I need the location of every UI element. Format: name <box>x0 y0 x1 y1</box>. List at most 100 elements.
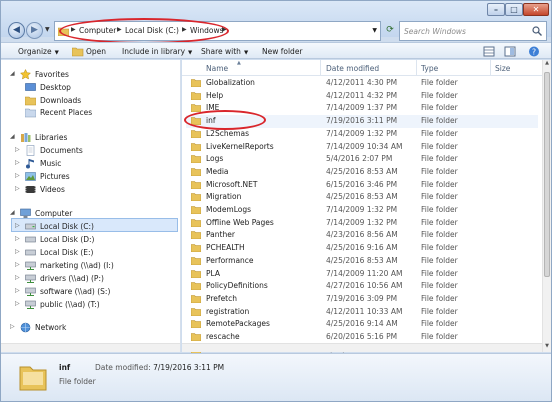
expand-icon[interactable]: ▷ <box>15 261 20 268</box>
folder-icon <box>191 79 201 87</box>
file-type: File folder <box>421 192 458 202</box>
nav-label: Documents <box>40 146 83 155</box>
nav-label: Recent Places <box>40 108 93 117</box>
collapse-icon[interactable]: ◢ <box>10 133 15 140</box>
file-row[interactable]: rescache 6/20/2016 5:16 PM File folder <box>186 331 538 344</box>
file-row[interactable]: Panther 4/23/2016 8:56 AM File folder <box>186 229 538 242</box>
expand-icon[interactable]: ▷ <box>15 172 20 179</box>
file-row[interactable]: L2Schemas 7/14/2009 1:32 PM File folder <box>186 128 538 141</box>
file-row[interactable]: Migration 4/25/2016 8:53 AM File folder <box>186 191 538 204</box>
music-icon <box>26 159 34 169</box>
back-arrow-icon: ◀ <box>13 25 20 35</box>
file-name: ModemLogs <box>206 205 252 214</box>
include-label: Include in library <box>122 47 186 56</box>
nav-label: Pictures <box>40 172 70 181</box>
collapse-icon[interactable]: ◢ <box>10 70 15 77</box>
vertical-scrollbar[interactable]: ▲ ▼ <box>542 60 551 352</box>
videos-icon <box>25 186 36 193</box>
minimize-button[interactable]: – <box>487 3 505 16</box>
file-date-modified: 7/14/2009 1:32 PM <box>326 205 398 214</box>
recent-pages-dropdown[interactable]: ▼ <box>45 26 50 33</box>
file-row[interactable]: PCHEALTH 4/25/2016 9:16 AM File folder <box>186 242 538 255</box>
details-pane: inf File folder Date modified: 7/19/2016… <box>1 353 551 401</box>
expand-icon[interactable]: ▷ <box>15 235 20 242</box>
file-row[interactable]: Media 4/25/2016 8:53 AM File folder <box>186 166 538 179</box>
column-date-modified[interactable]: Date modified <box>326 64 379 73</box>
column-divider[interactable] <box>490 60 491 75</box>
include-in-library-button[interactable]: Include in library ▼ <box>122 47 192 56</box>
expand-icon[interactable]: ▷ <box>15 185 20 192</box>
collapse-icon[interactable]: ◢ <box>10 209 15 216</box>
close-button[interactable]: ✕ <box>523 3 549 16</box>
folder-icon <box>191 206 201 214</box>
file-row[interactable]: PLA 7/14/2009 11:20 AM File folder <box>186 268 538 281</box>
preview-pane-icon[interactable] <box>504 46 516 57</box>
expand-icon[interactable]: ▷ <box>10 323 15 330</box>
file-row[interactable]: ModemLogs 7/14/2009 1:32 PM File folder <box>186 204 538 217</box>
expand-icon[interactable]: ▷ <box>15 159 20 166</box>
file-row[interactable]: Microsoft.NET 6/15/2016 3:46 PM File folde… <box>186 179 538 192</box>
scroll-down-icon[interactable]: ▼ <box>543 343 551 352</box>
refresh-button[interactable]: ⟳ <box>383 21 397 41</box>
maximize-button[interactable]: □ <box>505 3 523 16</box>
file-type: File folder <box>421 293 458 303</box>
column-name[interactable]: Name <box>206 64 228 73</box>
search-input[interactable]: Search Windows <box>399 21 547 41</box>
file-row[interactable]: Globalization 4/12/2011 4:30 PM File folde… <box>186 77 538 90</box>
file-row[interactable]: LiveKernelReports 7/14/2009 10:34 AM File … <box>186 141 538 154</box>
new-folder-button[interactable]: New folder <box>262 47 303 56</box>
file-row[interactable]: Logs 5/4/2016 2:07 PM File folder <box>186 153 538 166</box>
column-type[interactable]: Type <box>421 64 438 73</box>
folder-icon <box>191 282 201 291</box>
open-button[interactable]: Open <box>86 47 106 56</box>
expand-icon[interactable]: ▷ <box>15 274 20 281</box>
file-type: File folder <box>421 90 458 100</box>
file-row[interactable]: Help 4/12/2011 4:32 PM File folder <box>186 90 538 103</box>
file-row[interactable]: Prefetch 7/19/2016 3:09 PM File folder <box>186 293 538 306</box>
share-with-button[interactable]: Share with ▼ <box>201 47 248 56</box>
details-date-modified: Date modified: 7/19/2016 3:11 PM <box>95 363 224 372</box>
expand-icon[interactable]: ▷ <box>15 248 20 255</box>
nav-label: marketing (\\ad) (I:) <box>40 261 114 270</box>
file-row[interactable]: RemotePackages 4/25/2016 9:14 AM File fold… <box>186 318 538 331</box>
organize-button[interactable]: Organize ▼ <box>18 47 59 56</box>
column-divider[interactable] <box>320 60 321 75</box>
file-date-modified: 4/25/2016 9:14 AM <box>326 319 398 329</box>
folder-icon <box>191 320 201 329</box>
details-type: File folder <box>59 377 96 386</box>
file-row[interactable]: Performance 4/25/2016 8:53 AM File folder <box>186 255 538 268</box>
file-name: rescache <box>206 332 240 341</box>
expand-icon[interactable]: ▷ <box>15 146 20 153</box>
details-date-label: Date modified: <box>95 363 151 372</box>
nav-label: Videos <box>40 185 65 194</box>
scroll-thumb[interactable] <box>544 72 550 277</box>
help-icon[interactable]: ? <box>528 46 540 57</box>
column-divider[interactable] <box>416 60 417 75</box>
file-date-modified: 7/14/2009 11:20 AM <box>326 268 403 278</box>
file-name: RemotePackages <box>206 319 270 329</box>
file-row[interactable]: registration 4/12/2011 10:33 AM File folde… <box>186 306 538 319</box>
folder-icon <box>191 269 201 278</box>
file-row[interactable]: PolicyDefinitions 4/27/2016 10:56 AM File … <box>186 280 538 293</box>
inf-highlight-annotation <box>184 110 266 130</box>
scroll-up-icon[interactable]: ▲ <box>543 60 551 69</box>
expand-icon[interactable]: ▷ <box>15 300 20 307</box>
documents-icon <box>26 145 35 156</box>
file-row[interactable]: Offline Web Pages 7/14/2009 1:32 PM File f… <box>186 217 538 230</box>
file-date-modified: 4/12/2011 4:30 PM <box>326 78 398 87</box>
horizontal-scrollbar[interactable] <box>182 343 542 352</box>
share-label: Share with <box>201 47 241 56</box>
column-size[interactable]: Size <box>495 64 510 73</box>
expand-icon[interactable]: ▷ <box>15 287 20 294</box>
expand-icon[interactable]: ▷ <box>15 222 20 229</box>
open-folder-icon <box>72 47 84 57</box>
forward-button[interactable]: ▶ <box>26 22 43 39</box>
address-dropdown-icon[interactable]: ▼ <box>372 27 377 34</box>
view-options-icon[interactable] <box>483 46 495 57</box>
dropdown-icon: ▼ <box>188 50 193 56</box>
nav-horizontal-scrollbar[interactable] <box>1 343 180 352</box>
back-button[interactable]: ◀ <box>8 22 25 39</box>
network-drive-icon <box>25 261 36 270</box>
file-name: PLA <box>206 268 221 278</box>
file-date-modified: 4/23/2016 8:56 AM <box>326 230 398 240</box>
